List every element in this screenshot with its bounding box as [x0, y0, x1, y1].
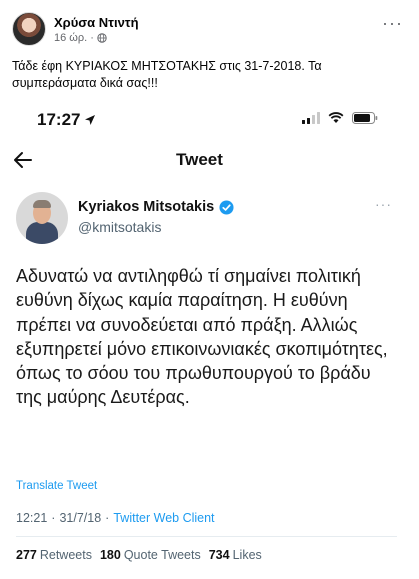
tweet-author-avatar[interactable]	[16, 192, 68, 244]
tweet-time: 12:21	[16, 511, 48, 525]
tweet-body: Αδυνατώ να αντιληφθώ τί σημαίνει πολιτικ…	[16, 266, 388, 408]
quote-tweets-count: 180	[99, 548, 121, 562]
likes-label: Likes	[232, 548, 262, 562]
tweet-screenshot: 17:27 Tweet Kyriakos Mitsotakis @kmitsot…	[3, 102, 410, 579]
post-options-button[interactable]: ···	[382, 14, 403, 32]
tweet-author: Kyriakos Mitsotakis @kmitsotakis ···	[16, 192, 396, 244]
meta-separator: ·	[90, 32, 94, 44]
post-time[interactable]: 16 ώρ.	[54, 32, 87, 44]
status-icons	[302, 112, 378, 124]
back-arrow-icon[interactable]	[13, 151, 33, 169]
phone-status-bar: 17:27	[3, 102, 410, 140]
verified-badge-icon	[219, 199, 234, 215]
tweet-more-button[interactable]: ···	[375, 196, 392, 212]
author-avatar[interactable]	[12, 12, 46, 46]
post-header: Χρύσα Ντιντή 16 ώρ. · ···	[12, 12, 407, 50]
display-name-text: Kyriakos Mitsotakis	[78, 199, 215, 215]
quote-tweets-label: Quote Tweets	[123, 548, 201, 562]
quote-tweets-stat[interactable]: 180 Quote Tweets	[100, 548, 201, 562]
facebook-post: Χρύσα Ντιντή 16 ώρ. · ··· Τάδε έφη ΚΥΡΙΑ…	[0, 0, 419, 579]
author-name[interactable]: Χρύσα Ντιντή	[54, 15, 139, 30]
likes-count: 734	[208, 548, 230, 562]
battery-icon	[352, 112, 378, 124]
timestamp-dot-2: ·	[105, 511, 110, 525]
timestamp-dot-1: ·	[51, 511, 56, 525]
location-arrow-icon	[85, 115, 96, 125]
status-time: 17:27	[37, 110, 96, 130]
tweet-date: 31/7/18	[59, 511, 102, 525]
tweet-handle[interactable]: @kmitsotakis	[78, 219, 161, 235]
tweet-nav-bar: Tweet	[3, 147, 410, 177]
stats-divider	[16, 536, 397, 537]
retweets-count: 277	[16, 548, 37, 562]
post-text: Τάδε έφη ΚΥΡΙΑΚΟΣ ΜΗΤΣΟΤΑΚΗΣ στις 31-7-2…	[12, 59, 322, 90]
retweets-stat[interactable]: 277 Retweets	[16, 548, 92, 562]
likes-stat[interactable]: 734 Likes	[209, 548, 262, 562]
tweet-stats: 277 Retweets 180 Quote Tweets 734 Likes	[16, 548, 262, 562]
tweet-client-link[interactable]: Twitter Web Client	[113, 511, 214, 525]
status-time-text: 17:27	[37, 110, 81, 129]
retweets-label: Retweets	[39, 548, 92, 562]
globe-icon	[97, 33, 107, 43]
post-meta: 16 ώρ. ·	[54, 32, 107, 44]
tweet-display-name[interactable]: Kyriakos Mitsotakis	[78, 199, 234, 215]
nav-title: Tweet	[176, 150, 223, 169]
wifi-icon	[328, 112, 344, 123]
signal-icon	[302, 112, 320, 124]
translate-tweet-link[interactable]: Translate Tweet	[16, 480, 97, 492]
tweet-timestamp: 12:21 · 31/7/18 · Twitter Web Client	[16, 511, 215, 525]
